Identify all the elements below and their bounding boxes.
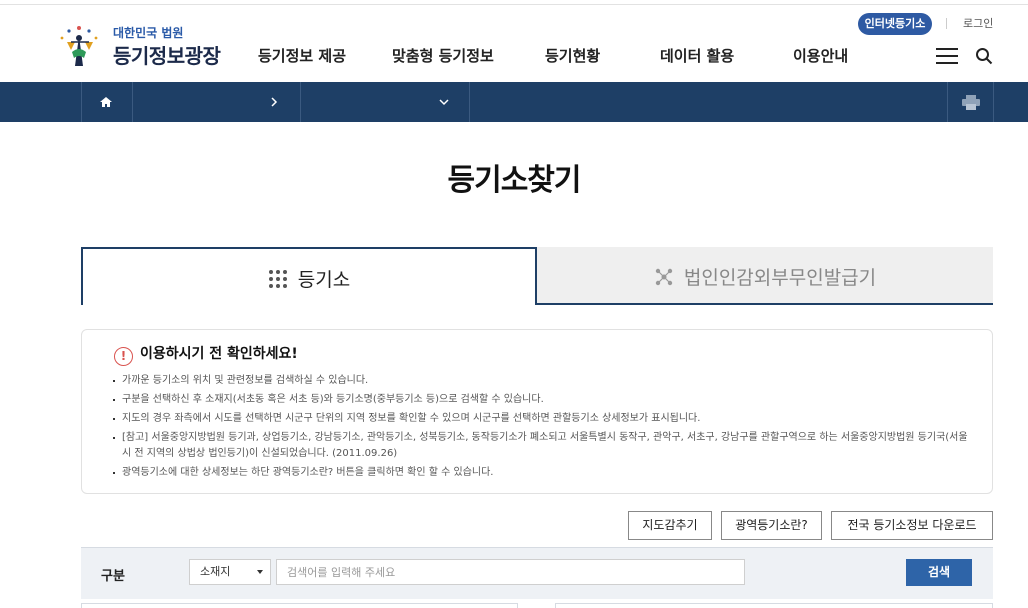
caret-down-icon [257, 570, 263, 574]
tab-label: 법인인감외부무인발급기 [683, 267, 877, 289]
search-category-select[interactable]: 소재지 [189, 559, 271, 585]
notice-box: ! 이용하시기 전 확인하세요! 가까운 등기소의 위치 및 관련정보를 검색하실… [81, 329, 993, 494]
hide-map-button[interactable]: 지도감추기 [628, 511, 712, 540]
print-icon[interactable] [962, 95, 980, 110]
loc-divider [469, 82, 470, 122]
search-input[interactable] [276, 559, 745, 585]
loc-divider [132, 82, 133, 122]
notice-item: 광역등기소에 대한 상세정보는 하단 광역등기소란? 버튼을 클릭하면 확인 할… [112, 465, 972, 481]
location-bar [0, 82, 1028, 122]
search-icon[interactable] [975, 47, 993, 65]
home-icon[interactable] [98, 94, 114, 110]
loc-divider [947, 82, 948, 122]
notice-item: 지도의 경우 좌측에서 시도를 선택하면 시군구 단위의 지역 정보를 확인할 … [112, 411, 972, 427]
exclamation-icon: ! [114, 347, 133, 366]
util-separator [946, 18, 947, 29]
notice-item: 가까운 등기소의 위치 및 관련정보를 검색하실 수 있습니다. [112, 373, 972, 389]
gnb-item-custom-info[interactable]: 맞춤형 등기정보 [392, 45, 494, 66]
search-category-label: 구분 [101, 569, 125, 584]
hamburger-menu-icon[interactable] [936, 48, 958, 64]
network-icon [655, 268, 673, 286]
download-office-info-button[interactable]: 전국 등기소정보 다운로드 [831, 511, 993, 540]
gnb-item-status[interactable]: 등기현황 [545, 45, 600, 66]
login-link[interactable]: 로그인 [963, 13, 993, 35]
site-header: 대한민국 법원 등기정보광장 인터넷등기소 로그인 등기정보 제공 맞춤형 등기… [0, 5, 1028, 82]
tab-registry-office[interactable]: 등기소 [81, 247, 537, 305]
court-emblem-icon [60, 26, 98, 66]
logo-title: 등기정보광장 [113, 44, 221, 68]
search-area: 구분 소재지 검색 [81, 547, 993, 599]
tab-seal-kiosk[interactable]: 법인인감외부무인발급기 [537, 247, 993, 305]
regional-office-button[interactable]: 광역등기소란? [721, 511, 822, 540]
select-value: 소재지 [200, 565, 231, 578]
search-button[interactable]: 검색 [906, 559, 972, 586]
notice-item: [참고] 서울중앙지방법원 등기과, 상업등기소, 강남등기소, 관악등기소, … [112, 430, 972, 462]
result-list-panel [81, 603, 518, 608]
gnb-item-registry-info[interactable]: 등기정보 제공 [258, 45, 346, 66]
notice-list: 가까운 등기소의 위치 및 관련정보를 검색하실 수 있습니다. 구분을 선택하… [112, 373, 972, 484]
chevron-down-icon[interactable] [438, 96, 450, 108]
map-panel [555, 603, 993, 608]
loc-divider [300, 82, 301, 122]
tab-label: 등기소 [297, 269, 351, 291]
page-title: 등기소찾기 [447, 163, 582, 198]
grid-dots-icon [268, 270, 287, 288]
notice-item: 구분을 선택하신 후 소재지(서초동 혹은 서초 등)와 등기소명(중부등기소 … [112, 392, 972, 408]
gnb-item-guide[interactable]: 이용안내 [793, 45, 848, 66]
chevron-right-icon[interactable] [268, 96, 280, 108]
gnb-item-data-use[interactable]: 데이터 활용 [660, 45, 734, 66]
notice-title-text: 이용하시기 전 확인하세요! [140, 346, 298, 362]
loc-divider [993, 82, 994, 122]
notice-title: ! 이용하시기 전 확인하세요! [114, 343, 298, 366]
internet-registry-link[interactable]: 인터넷등기소 [858, 13, 932, 35]
logo-subtitle: 대한민국 법원 [113, 26, 184, 40]
loc-divider [81, 82, 82, 122]
site-logo[interactable]: 대한민국 법원 등기정보광장 [55, 22, 235, 70]
